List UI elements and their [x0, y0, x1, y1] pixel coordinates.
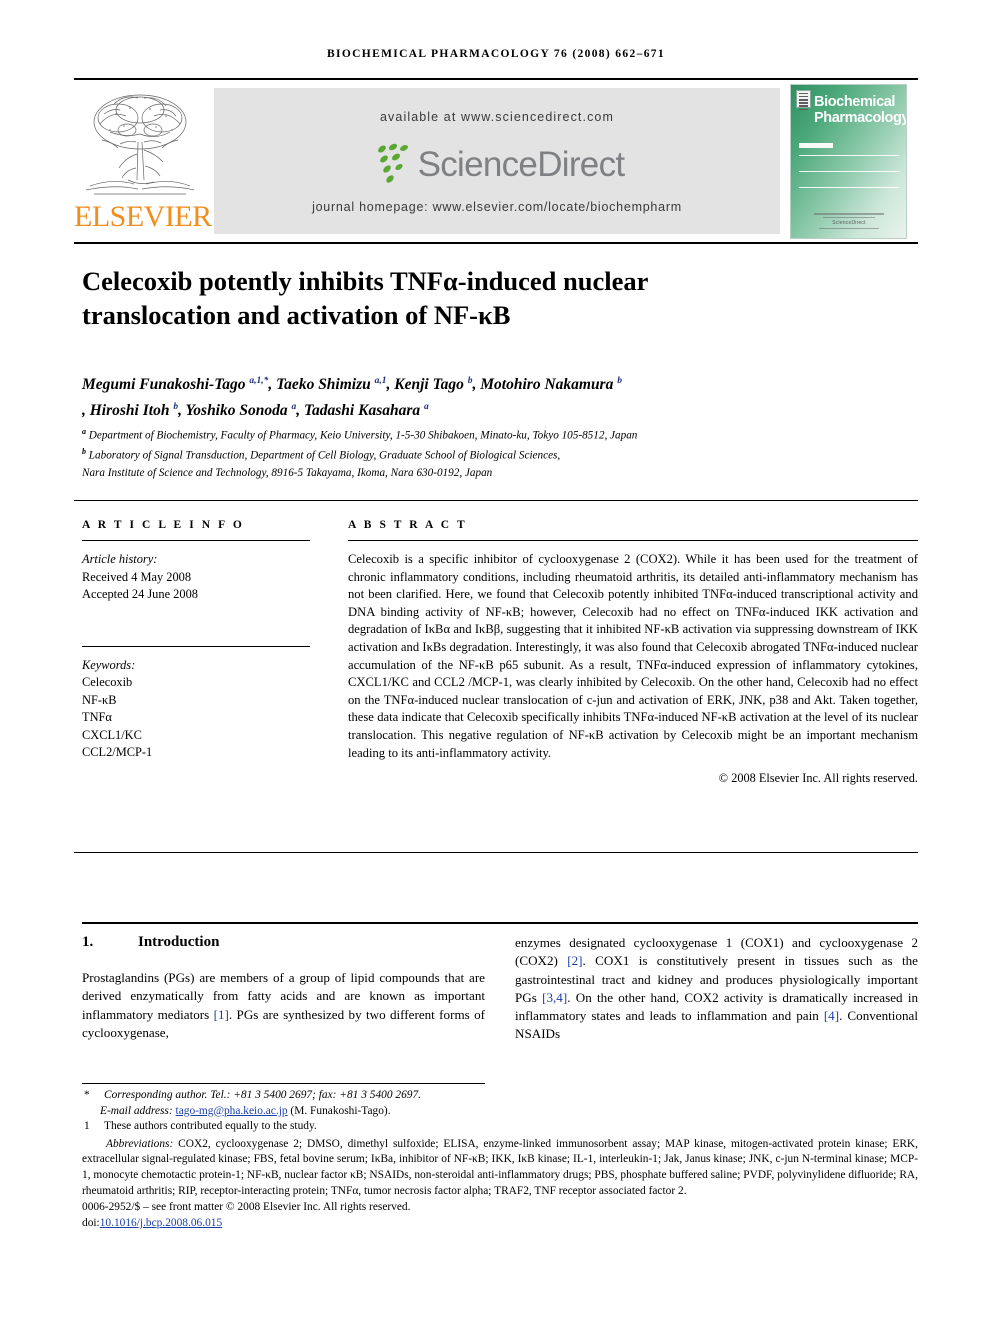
footnote-corresponding-text: Corresponding author. Tel.: +81 3 5400 2… [104, 1089, 422, 1101]
footnote-marker-one: 1 [84, 1120, 90, 1133]
footnote-rule [82, 1083, 485, 1084]
running-head: BIOCHEMICAL PHARMACOLOGY 76 (2008) 662–6… [326, 48, 666, 60]
doi-link[interactable]: 10.1016/j.bcp.2008.06.015 [100, 1217, 222, 1229]
footnote-corresponding: * Corresponding author. Tel.: +81 3 5400 … [82, 1088, 485, 1104]
keyword-item: NF-κB [82, 692, 117, 707]
sciencedirect-logo: ScienceDirect [214, 143, 780, 195]
issn-line: 0006-2952/$ – see front matter © 2008 El… [82, 1201, 411, 1214]
cover-footer: ScienceDirect [801, 211, 897, 231]
masthead-top-rule [74, 78, 918, 80]
doi-line: doi:10.1016/j.bcp.2008.06.015 [82, 1216, 918, 1232]
abbreviations-text: COX2, cyclooxygenase 2; DMSO, dimethyl s… [82, 1137, 918, 1197]
intro-column-left: Prostaglandins (PGs) are members of a gr… [82, 970, 485, 1040]
elsevier-wordmark: ELSEVIER [74, 200, 212, 233]
abstract-text: Celecoxib is a specific inhibitor of cyc… [348, 552, 918, 760]
keyword-item: CCL2/MCP-1 [82, 745, 153, 759]
keywords-block: Keywords: Celecoxib NF-κB TNFα CXCL1/KC … [82, 657, 310, 762]
elsevier-badge-icon [796, 90, 811, 111]
sciencedirect-leaf-icon [370, 143, 416, 187]
available-at-text: available at www.sciencedirect.com [379, 110, 614, 124]
cover-rule-2 [799, 171, 899, 172]
article-info-heading: A R T I C L E I N F O [82, 519, 245, 531]
article-info-rule [82, 540, 310, 541]
keyword-item: TNFα [82, 710, 112, 724]
cover-title-line-2: Pharmacology [814, 109, 907, 126]
cover-rule-3 [799, 187, 899, 188]
cover-sciencedirect-text: ScienceDirect [832, 219, 866, 226]
sciencedirect-wordmark: ScienceDirect [417, 145, 626, 184]
masthead-bottom-rule [74, 242, 918, 244]
article-history: Article history: Received 4 May 2008 Acc… [82, 551, 310, 604]
body-top-rule [82, 922, 918, 924]
doi-prefix: doi: [82, 1216, 100, 1229]
keyword-item: CXCL1/KC [82, 727, 142, 742]
abstract-heading: A B S T R A C T [348, 519, 468, 531]
sciencedirect-banner: available at www.sciencedirect.com Scien… [214, 88, 780, 234]
affiliations: a Department of Biochemistry, Faculty of… [82, 424, 932, 481]
footnote-equal-text: These authors contributed equally to the… [104, 1120, 317, 1133]
cover-journal-title: Biochemical Pharmacology [814, 94, 907, 126]
cover-accent-bar [799, 143, 833, 148]
abstract-rule [348, 540, 918, 541]
section-title: Introduction [138, 934, 220, 950]
section-heading-introduction: 1. Introduction [82, 934, 482, 951]
email-owner: (M. Funakoshi-Tago). [290, 1104, 391, 1117]
title-line-2: translocation and activation of NF-κB [82, 300, 511, 330]
author-list: Megumi Funakoshi-Tago a,1,*, Taeko Shimi… [82, 376, 622, 420]
abstract-block: A B S T R A C T Celecoxib is a specific … [348, 519, 918, 786]
abbreviations-block: Abbreviations: COX2, cyclooxygenase 2; D… [82, 1137, 918, 1199]
history-accepted: Accepted 24 June 2008 [82, 587, 198, 601]
email-link[interactable]: tago-mg@pha.keio.ac.jp [176, 1105, 288, 1117]
footnote-equal-contribution: 1 These authors contributed equally to th… [82, 1119, 485, 1135]
footnotes-block: * Corresponding author. Tel.: +81 3 5400 … [82, 1088, 918, 1231]
journal-homepage-text: journal homepage: www.elsevier.com/locat… [312, 200, 682, 214]
keyword-item: Celecoxib [82, 675, 133, 689]
abstract-copyright: © 2008 Elsevier Inc. All rights reserved… [718, 771, 918, 786]
footnote-email-line: E-mail address: tago-mg@pha.keio.ac.jp (… [82, 1104, 485, 1120]
affiliation-a: a Department of Biochemistry, Faculty of… [82, 427, 638, 442]
info-top-rule [74, 500, 918, 501]
affiliation-b: b Laboratory of Signal Transduction, Dep… [82, 447, 561, 463]
journal-masthead: ELSEVIER available at www.sciencedirect.… [74, 82, 918, 240]
intro-column-right: enzymes designated cyclooxygenase 1 (COX… [515, 935, 919, 1042]
affiliation-b-cont: Nara Institute of Science and Technology… [82, 466, 493, 479]
history-received: Received 4 May 2008 [82, 569, 192, 584]
cover-title-line-1: Biochemical [814, 94, 896, 110]
affiliation-a-text: Department of Biochemistry, Faculty of P… [88, 429, 638, 442]
affiliation-b-text-1: Laboratory of Signal Transduction, Depar… [88, 450, 561, 463]
section-number: 1. [82, 934, 94, 950]
journal-cover-thumbnail: Biochemical Pharmacology ScienceDirect [790, 84, 907, 239]
abstract-bottom-rule [74, 852, 918, 853]
email-label: E-mail address: [100, 1104, 173, 1117]
footnote-marker-star: * [84, 1089, 90, 1101]
elsevier-logo: ELSEVIER [74, 82, 212, 240]
keywords-rule [82, 645, 310, 647]
article-page: BIOCHEMICAL PHARMACOLOGY 76 (2008) 662–6… [0, 0, 992, 1323]
history-label: Article history: [82, 552, 158, 566]
keywords-label: Keywords: [82, 657, 136, 672]
article-info-block: A R T I C L E I N F O Article history: R… [82, 519, 310, 762]
page-title: Celecoxib potently inhibits TNFα-induced… [82, 264, 842, 332]
abbreviations-label: Abbreviations: [106, 1137, 174, 1150]
title-line-1: Celecoxib potently inhibits TNFα-induced… [82, 266, 649, 296]
elsevier-tree-icon [80, 84, 200, 200]
cover-rule-1 [799, 155, 899, 156]
